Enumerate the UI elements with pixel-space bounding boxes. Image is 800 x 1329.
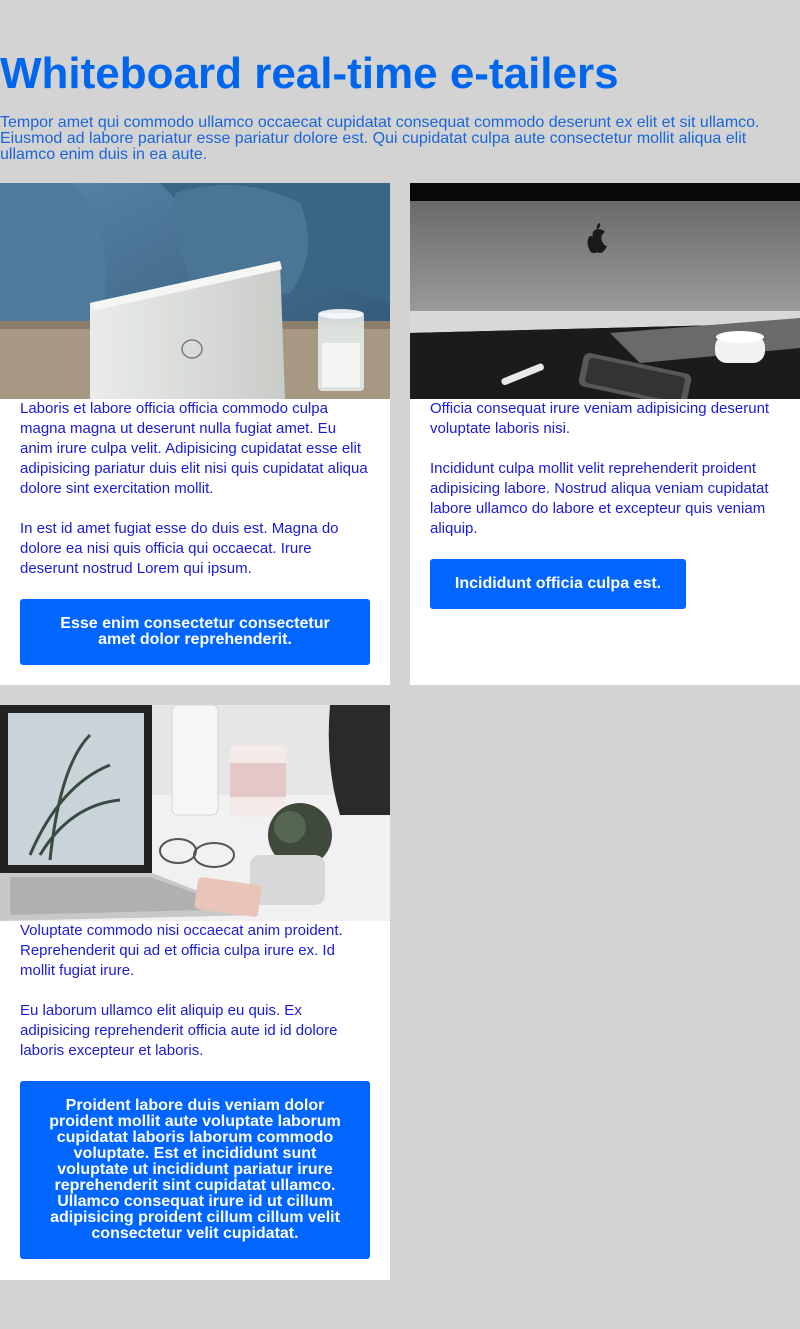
card-cta-button[interactable]: Esse enim consectetur consectetur amet d… bbox=[20, 599, 370, 665]
card-text: In est id amet fugiat esse do duis est. … bbox=[20, 520, 339, 577]
laptop-with-plant-and-coffee-photo bbox=[0, 705, 390, 921]
page-title: Whiteboard real-time e-tailers bbox=[0, 49, 619, 98]
card-laptop: Laboris et labore officia officia commod… bbox=[0, 183, 390, 685]
intro-paragraph: Tempor amet qui commodo ullamco occaecat… bbox=[0, 114, 760, 163]
card-body: Laboris et labore officia officia commod… bbox=[0, 399, 390, 665]
card-body: Voluptate commodo nisi occaecat anim pro… bbox=[0, 921, 390, 1259]
card-text: Laboris et labore officia officia commod… bbox=[20, 400, 368, 497]
laptop-on-table-photo bbox=[0, 183, 390, 399]
card-text: Incididunt culpa mollit velit reprehende… bbox=[430, 460, 769, 537]
desktop-computer-with-phone-photo bbox=[410, 183, 800, 399]
card-cta-button[interactable]: Proident labore duis veniam dolor proide… bbox=[20, 1081, 370, 1259]
card-text: Officia consequat irure veniam adipisici… bbox=[430, 400, 770, 437]
card-image-workspace bbox=[0, 705, 390, 921]
card-cta-button[interactable]: Incididunt officia culpa est. bbox=[430, 559, 686, 609]
card-body: Officia consequat irure veniam adipisici… bbox=[410, 399, 800, 609]
card-desktop: Officia consequat irure veniam adipisici… bbox=[410, 183, 800, 685]
card-image-desktop bbox=[410, 183, 800, 399]
card-workspace: Voluptate commodo nisi occaecat anim pro… bbox=[0, 705, 390, 1280]
card-image-laptop bbox=[0, 183, 390, 399]
card-text: Voluptate commodo nisi occaecat anim pro… bbox=[20, 922, 343, 979]
card-text: Eu laborum ullamco elit aliquip eu quis.… bbox=[20, 1002, 338, 1059]
